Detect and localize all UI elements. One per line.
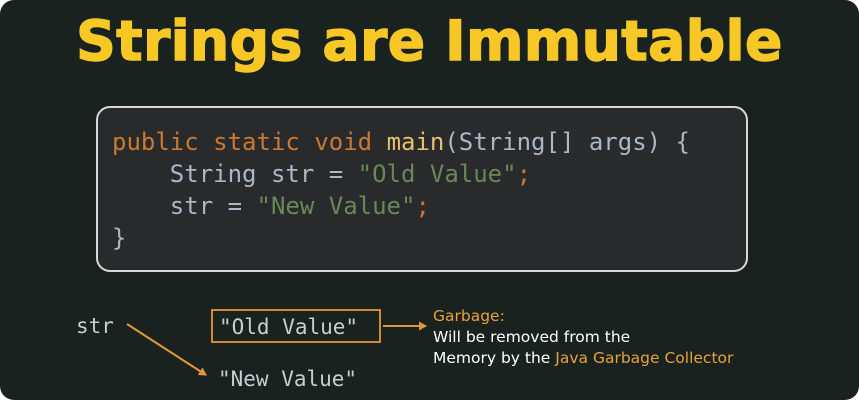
garbage-note: Garbage: Will be removed from the Memory… bbox=[433, 306, 733, 369]
garbage-note-prefix: Memory by the bbox=[433, 349, 556, 367]
garbage-heading: Garbage: bbox=[433, 307, 505, 325]
reference-arrow bbox=[126, 323, 207, 376]
garbage-note-line-1: Will be removed from the bbox=[433, 328, 631, 346]
garbage-note-line-2: Memory by the Java Garbage Collector bbox=[433, 348, 733, 369]
slide: Strings are Immutable public static void… bbox=[0, 0, 859, 400]
garbage-collector-highlight: Java Garbage Collector bbox=[555, 349, 734, 367]
